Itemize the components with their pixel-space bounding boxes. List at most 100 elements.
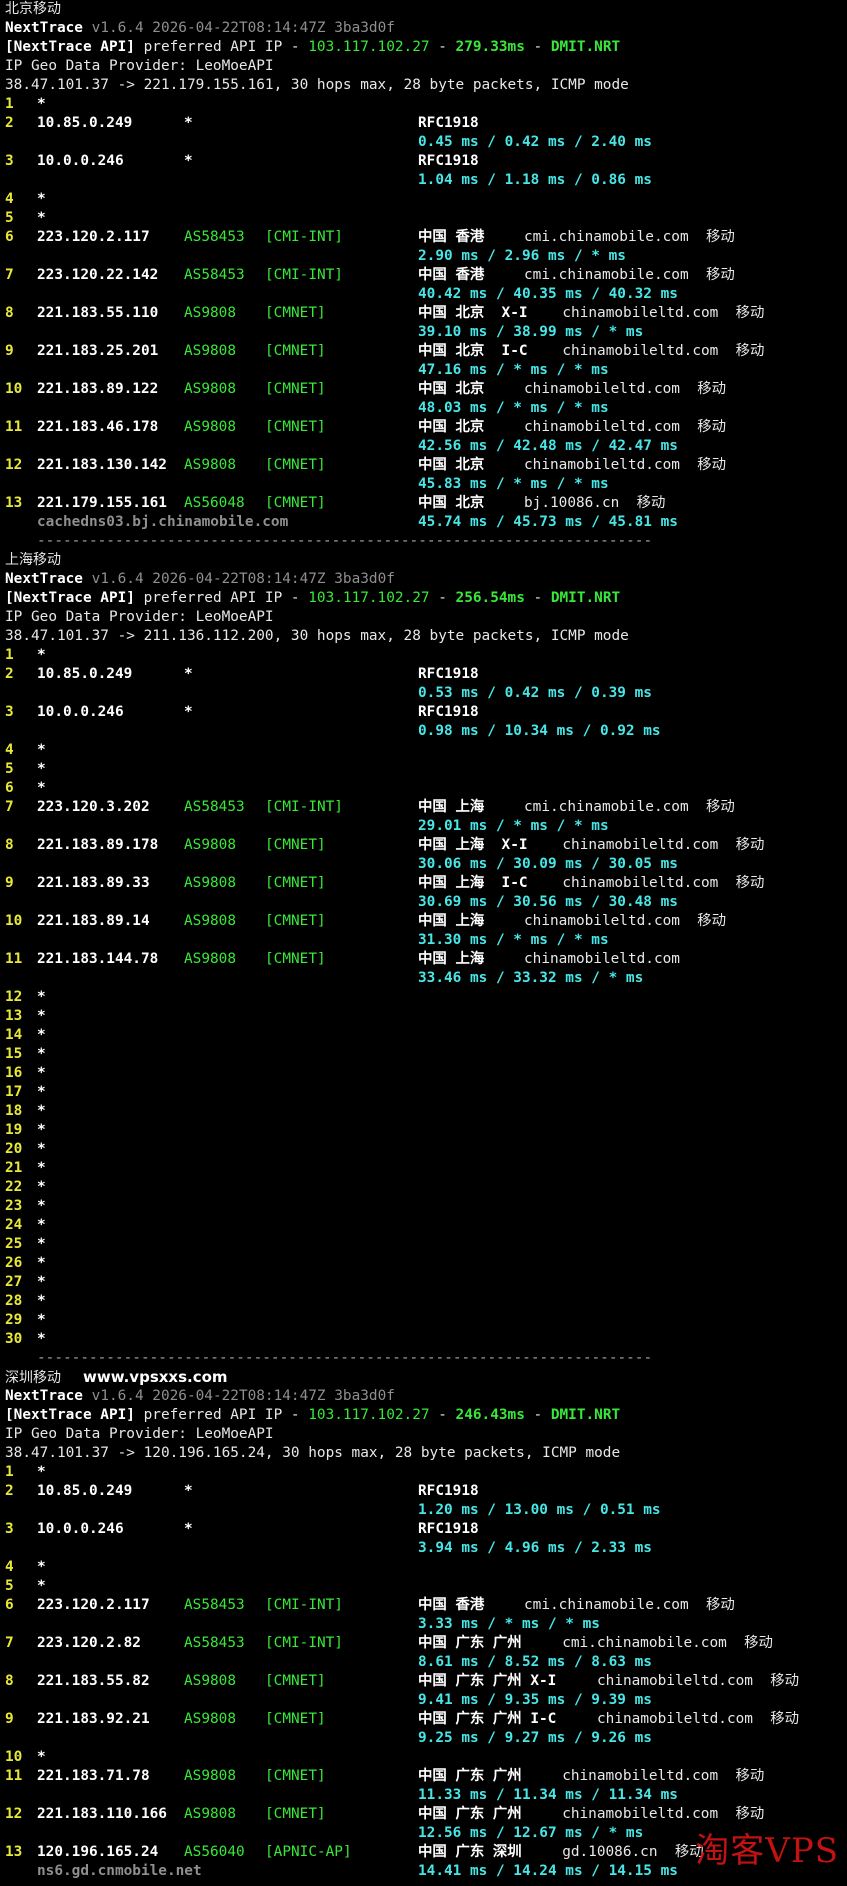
hop-row: 11 221.183.71.78 AS9808 [CMNET] 中国 广东 广州 chin… xyxy=(5,1767,847,1786)
hop-number: 3 xyxy=(5,153,14,169)
section-title-line: 上海移动 xyxy=(5,551,847,570)
hop-latency: 12.56 ms / 12.67 ms / * ms xyxy=(418,1825,644,1841)
hop-row-timeout: 24 * xyxy=(5,1216,847,1235)
hop-ip: 221.183.55.110 xyxy=(37,305,159,321)
hop-timeout-star: * xyxy=(37,647,46,663)
hop-timeout-star: * xyxy=(37,1122,46,1138)
hop-host: chinamobileltd.com 移动 xyxy=(562,343,765,359)
hop-ip: 10.85.0.249 xyxy=(37,1483,133,1499)
hop-row: 12 221.183.110.166 AS9808 [CMNET] 中国 广东 广州 ch… xyxy=(5,1805,847,1824)
api-node: DMIT.NRT xyxy=(550,1407,621,1423)
hop-timeout-star: * xyxy=(37,1312,46,1328)
hop-ip: 223.120.2.117 xyxy=(37,1597,150,1613)
app-name: NextTrace xyxy=(5,20,83,36)
hop-geo: RFC1918 xyxy=(418,666,479,682)
hop-asn: AS58453 xyxy=(184,1635,245,1651)
hop-latency-line: 3.94 ms / 4.96 ms / 2.33 ms xyxy=(5,1539,847,1558)
hop-row-timeout: 1 * xyxy=(5,95,847,114)
hop-number: 30 xyxy=(5,1331,23,1347)
section-title: 深圳移动 xyxy=(5,1370,61,1386)
hop-row-timeout: 5 * xyxy=(5,209,847,228)
hop-number: 10 xyxy=(5,913,23,929)
hop-latency: 1.20 ms / 13.00 ms / 0.51 ms xyxy=(418,1502,661,1518)
hop-ip: 221.183.46.178 xyxy=(37,419,159,435)
hop-row-timeout: 30 * xyxy=(5,1330,847,1349)
hop-number: 2 xyxy=(5,666,14,682)
hop-ip: 221.183.130.142 xyxy=(37,457,167,473)
hop-number: 8 xyxy=(5,1673,14,1689)
hop-latency-line: 9.25 ms / 9.27 ms / 9.26 ms xyxy=(5,1729,847,1748)
hop-row: 11 221.183.46.178 AS9808 [CMNET] 中国 北京 chinam… xyxy=(5,418,847,437)
hop-number: 2 xyxy=(5,115,14,131)
hop-latency-line: 42.56 ms / 42.48 ms / 42.47 ms xyxy=(5,437,847,456)
hop-timeout-star: * xyxy=(37,780,46,796)
api-dash: - xyxy=(429,590,456,606)
hop-network-tag: [CMNET] xyxy=(265,381,326,397)
api-ip: 103.117.102.27 xyxy=(308,39,430,55)
hop-asn: AS56040 xyxy=(184,1844,245,1860)
hop-asn-unknown: * xyxy=(184,115,193,131)
hop-latency-line: 3.33 ms / * ms / * ms xyxy=(5,1615,847,1634)
hop-timeout-star: * xyxy=(37,1217,46,1233)
hop-geo: 中国 广东 广州 xyxy=(418,1635,522,1651)
hop-geo: 中国 广东 广州 xyxy=(418,1768,522,1784)
hop-asn: AS9808 xyxy=(184,1673,236,1689)
hop-row: 7 223.120.3.202 AS58453 [CMI-INT] 中国 上海 cmi.c… xyxy=(5,798,847,817)
hop-ip: 221.183.89.14 xyxy=(37,913,150,929)
hop-host: bj.10086.cn 移动 xyxy=(524,495,666,511)
hop-latency: 33.46 ms / 33.32 ms / * ms xyxy=(418,970,644,986)
hop-row-timeout: 27 * xyxy=(5,1273,847,1292)
hop-timeout-star: * xyxy=(37,1464,46,1480)
section-title-line: 北京移动 xyxy=(5,0,847,19)
hop-latency: 40.42 ms / 40.35 ms / 40.32 ms xyxy=(418,286,678,302)
hop-row-timeout: 1 * xyxy=(5,646,847,665)
api-latency: 256.54ms xyxy=(455,590,525,606)
hop-number: 29 xyxy=(5,1312,23,1328)
hop-timeout-star: * xyxy=(37,1559,46,1575)
hop-latency-line: 9.41 ms / 9.35 ms / 9.39 ms xyxy=(5,1691,847,1710)
hop-ip: 223.120.3.202 xyxy=(37,799,150,815)
api-ip: 103.117.102.27 xyxy=(308,590,430,606)
hop-timeout-star: * xyxy=(37,761,46,777)
hop-row-timeout: 21 * xyxy=(5,1159,847,1178)
hop-row: 9 221.183.89.33 AS9808 [CMNET] 中国 上海 I-C chin… xyxy=(5,874,847,893)
hop-latency: 0.53 ms / 0.42 ms / 0.39 ms xyxy=(418,685,652,701)
hop-row: 8 221.183.89.178 AS9808 [CMNET] 中国 上海 X-I chi… xyxy=(5,836,847,855)
hop-number: 6 xyxy=(5,1597,14,1613)
hop-number: 14 xyxy=(5,1027,23,1043)
hop-host: chinamobileltd.com 移动 xyxy=(562,305,765,321)
hop-row: 2 10.85.0.249 * RFC1918 xyxy=(5,665,847,684)
trace-target-line: 38.47.101.37 -> 211.136.112.200, 30 hops… xyxy=(5,627,847,646)
hop-row: 3 10.0.0.246 * RFC1918 xyxy=(5,703,847,722)
hop-latency-line: 11.33 ms / 11.34 ms / 11.34 ms xyxy=(5,1786,847,1805)
hop-number: 15 xyxy=(5,1046,23,1062)
hop-ip: 221.183.89.122 xyxy=(37,381,159,397)
api-dash: - xyxy=(429,39,456,55)
hop-number: 12 xyxy=(5,989,23,1005)
hop-ip: 120.196.165.24 xyxy=(37,1844,159,1860)
hop-latency-line: 31.30 ms / * ms / * ms xyxy=(5,931,847,950)
trace-target-line: 38.47.101.37 -> 120.196.165.24, 30 hops … xyxy=(5,1444,847,1463)
api-ip-line: [NextTrace API] preferred API IP - 103.1… xyxy=(5,589,847,608)
hop-host: chinamobileltd.com 移动 xyxy=(524,381,727,397)
nexttrace-version-line: NextTrace v1.6.4 2026-04-22T08:14:47Z 3b… xyxy=(5,1387,847,1406)
hop-latency-line: 1.20 ms / 13.00 ms / 0.51 ms xyxy=(5,1501,847,1520)
hop-geo: 中国 北京 I-C xyxy=(418,343,528,359)
hop-timeout-star: * xyxy=(37,1331,46,1347)
hop-network-tag: [CMNET] xyxy=(265,419,326,435)
hop-row: 7 223.120.22.142 AS58453 [CMI-INT] 中国 香港 cmi.… xyxy=(5,266,847,285)
terminal-window[interactable]: 北京移动 NextTrace v1.6.4 2026-04-22T08:14:47… xyxy=(0,0,847,1886)
hop-latency: 48.03 ms / * ms / * ms xyxy=(418,400,609,416)
hop-number: 6 xyxy=(5,780,14,796)
hop-row-timeout: 5 * xyxy=(5,1577,847,1596)
hop-row-timeout: 4 * xyxy=(5,1558,847,1577)
hop-ip: 10.0.0.246 xyxy=(37,153,124,169)
hop-row-timeout: 20 * xyxy=(5,1140,847,1159)
hop-number: 23 xyxy=(5,1198,23,1214)
hop-asn: AS9808 xyxy=(184,951,236,967)
hop-row: 8 221.183.55.110 AS9808 [CMNET] 中国 北京 X-I chi… xyxy=(5,304,847,323)
hop-number: 9 xyxy=(5,1711,14,1727)
hop-number: 4 xyxy=(5,1559,14,1575)
hop-latency: 39.10 ms / 38.99 ms / * ms xyxy=(418,324,644,340)
hop-latency: 2.90 ms / 2.96 ms / * ms xyxy=(418,248,626,264)
